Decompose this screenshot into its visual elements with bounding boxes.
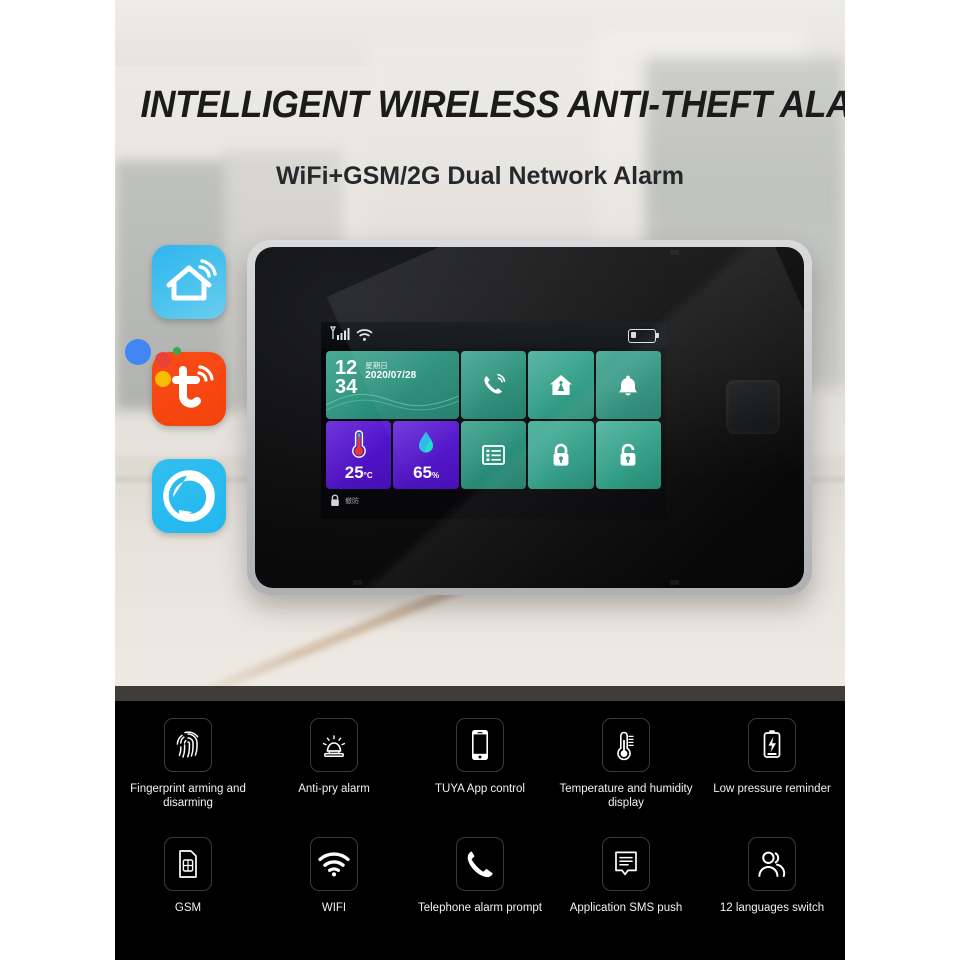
people-icon <box>748 837 796 891</box>
product-marketing-page: INTELLIGENT WIRELESS ANTI-THEFT ALARM Wi… <box>0 0 960 960</box>
mount-screw-top-right <box>670 250 679 255</box>
bell-icon <box>596 351 661 419</box>
feature-label: 12 languages switch <box>719 902 825 914</box>
section-divider <box>115 686 845 701</box>
lock-open-icon <box>596 421 661 489</box>
feature-sms-push[interactable]: Application SMS push <box>553 837 699 915</box>
mount-screw-bottom-left <box>353 580 362 585</box>
house-icon <box>528 351 593 419</box>
smartphone-icon <box>456 718 504 772</box>
assistant-dot-yellow <box>155 371 171 387</box>
feature-label: Telephone alarm prompt <box>417 902 542 914</box>
temperature-tile[interactable]: 25°C <box>326 421 392 489</box>
clock-date: 2020/07/28 <box>365 370 417 381</box>
assistant-dot-red <box>155 352 171 368</box>
feature-telephone[interactable]: Telephone alarm prompt <box>407 837 553 915</box>
alexa-ring-icon <box>163 470 215 522</box>
feature-label: Fingerprint arming and disarming <box>130 783 246 809</box>
thermometer-icon <box>602 718 650 772</box>
phone-ringing-icon <box>461 351 526 419</box>
feature-label: Temperature and humidity display <box>559 783 693 809</box>
battery-low-icon <box>628 329 659 343</box>
alarm-panel-device: 12 34 星期日 2020/07/28 25°C 65% 撤防 <box>247 240 812 595</box>
app-badge-list <box>152 245 232 566</box>
feature-label: Anti-pry alarm <box>298 783 370 795</box>
siren-icon <box>310 718 358 772</box>
lcd-status-bar <box>321 322 666 348</box>
clock-tile[interactable]: 12 34 星期日 2020/07/28 <box>326 351 459 419</box>
arm-tile[interactable] <box>528 421 594 489</box>
feature-anti-pry[interactable]: Anti-pry alarm <box>261 718 407 810</box>
mount-screw-top-left <box>353 250 362 255</box>
lock-closed-icon <box>528 421 593 489</box>
message-icon <box>602 837 650 891</box>
cellular-signal-icon <box>330 326 350 340</box>
phone-handset-icon <box>456 837 504 891</box>
wifi-icon <box>310 837 358 891</box>
humidity-tile[interactable]: 65% <box>393 421 459 489</box>
fingerprint-sensor-pad[interactable] <box>726 380 780 434</box>
home-wifi-icon <box>166 259 217 301</box>
lcd-tile-grid: 12 34 星期日 2020/07/28 25°C 65% <box>326 351 661 489</box>
fingerprint-icon <box>164 718 212 772</box>
feature-fingerprint[interactable]: Fingerprint arming and disarming <box>115 718 261 810</box>
amazon-alexa-app-badge[interactable] <box>152 459 226 533</box>
feature-languages[interactable]: 12 languages switch <box>699 837 845 915</box>
humidity-unit: % <box>431 471 440 480</box>
feature-tuya-app[interactable]: TUYA App control <box>407 718 553 810</box>
clock-weekday: 星期日 <box>365 361 388 370</box>
disarm-tile[interactable] <box>595 421 661 489</box>
lock-closed-icon <box>331 494 339 506</box>
feature-label: GSM <box>174 902 202 914</box>
menu-tile[interactable] <box>460 421 527 489</box>
feature-strip: Fingerprint arming and disarming Anti-pr… <box>115 701 845 960</box>
battery-fill <box>630 331 636 338</box>
mount-screw-bottom-right <box>670 580 679 585</box>
page-headline: INTELLIGENT WIRELESS ANTI-THEFT ALARM <box>140 84 845 126</box>
feature-row-2: GSM WIFI Telephone alarm prompt Applicat… <box>115 837 845 915</box>
lcd-footer-text: 撤防 <box>345 497 359 505</box>
humidity-value-row: 65% <box>393 463 458 483</box>
feature-low-pressure[interactable]: Low pressure reminder <box>699 718 845 810</box>
lcd-footer-status: 撤防 <box>330 494 359 507</box>
temperature-value: 25 <box>344 463 364 482</box>
feature-label: TUYA App control <box>435 783 525 795</box>
clock-date-block: 星期日 2020/07/28 <box>365 359 416 382</box>
wave-decoration <box>326 393 459 411</box>
feature-label: WIFI <box>321 902 347 914</box>
hero-photo: INTELLIGENT WIRELESS ANTI-THEFT ALARM Wi… <box>115 0 845 686</box>
home-arm-tile[interactable] <box>528 351 594 419</box>
feature-temp-humidity[interactable]: Temperature and humidity display <box>553 718 699 810</box>
device-glass-face: 12 34 星期日 2020/07/28 25°C 65% 撤防 <box>255 247 804 588</box>
wifi-icon <box>356 329 373 341</box>
feature-label: Application SMS push <box>569 902 683 914</box>
call-tile[interactable] <box>460 351 527 419</box>
device-lcd-screen: 12 34 星期日 2020/07/28 25°C 65% 撤防 <box>321 322 666 519</box>
page-subheadline: WiFi+GSM/2G Dual Network Alarm <box>276 162 684 190</box>
smart-life-app-badge[interactable] <box>152 245 226 319</box>
feature-row-1: Fingerprint arming and disarming Anti-pr… <box>115 718 845 810</box>
feature-gsm[interactable]: GSM <box>115 837 261 915</box>
battery-bolt-icon <box>748 718 796 772</box>
sim-card-icon <box>164 837 212 891</box>
assistant-dot-blue <box>125 339 151 365</box>
google-assistant-dots-icon <box>121 327 201 387</box>
alarm-bell-tile[interactable] <box>595 351 661 419</box>
humidity-value: 65 <box>413 463 432 482</box>
temperature-unit: °C <box>363 471 373 480</box>
status-bar-left-icons <box>330 326 373 342</box>
feature-wifi[interactable]: WIFI <box>261 837 407 915</box>
feature-label: Low pressure reminder <box>713 783 831 795</box>
assistant-dot-green <box>173 347 181 355</box>
temperature-value-row: 25°C <box>326 463 391 483</box>
list-menu-icon <box>461 421 526 489</box>
